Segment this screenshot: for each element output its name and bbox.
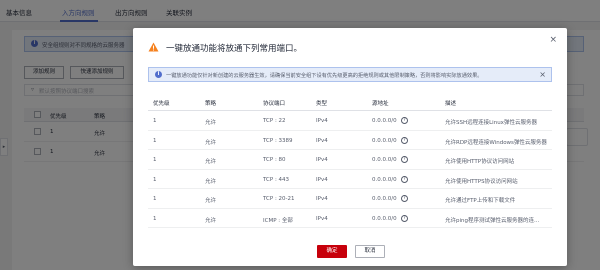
- cell-priority: 1: [153, 215, 157, 222]
- column-policy: 策略: [205, 101, 217, 107]
- cell-source: 0.0.0.0/0: [372, 215, 397, 222]
- dialog-title: 一键放通功能将放通下列常用端口。: [166, 44, 303, 54]
- table-row: 1 允许 TCP : 443 IPv4 0.0.0.0/0 ? 允许使用HTTP…: [148, 170, 552, 189]
- help-icon[interactable]: ?: [401, 136, 408, 144]
- cell-type: IPv4: [316, 137, 328, 144]
- column-priority: 优先级: [153, 101, 170, 107]
- column-source: 源地址: [372, 101, 389, 107]
- column-description: 描述: [445, 101, 457, 107]
- cell-policy: 允许: [205, 159, 217, 165]
- close-icon[interactable]: ×: [549, 36, 557, 45]
- cell-description: 允许RDP远程连接Windows弹性云服务器: [445, 139, 547, 146]
- cell-policy: 允许: [205, 198, 217, 204]
- table-header: 优先级 策略 协议端口 类型 源地址 描述: [148, 94, 552, 111]
- cell-description: 允许SSH远程连接Linux弹性云服务器: [445, 120, 537, 126]
- cell-priority: 1: [153, 157, 157, 163]
- help-icon[interactable]: ?: [401, 175, 408, 183]
- cell-source: 0.0.0.0/0: [372, 118, 397, 124]
- cell-port: TCP : 443: [263, 176, 290, 183]
- table-row: 1 允许 TCP : 22 IPv4 0.0.0.0/0 ? 允许SSH远程连接…: [148, 111, 552, 131]
- cell-source: 0.0.0.0/0: [372, 176, 397, 183]
- ports-table: 优先级 策略 协议端口 类型 源地址 描述 1 允许 TCP : 22 IPv4…: [148, 94, 552, 228]
- cell-policy: 允许: [205, 178, 217, 185]
- column-type: 类型: [316, 101, 328, 107]
- cell-priority: 1: [153, 118, 157, 124]
- cell-description: 允许使用HTTPS协议访问网站: [445, 178, 518, 185]
- cell-port: TCP : 80: [263, 157, 286, 163]
- cell-source: 0.0.0.0/0: [372, 157, 397, 163]
- cell-source: 0.0.0.0/0: [372, 137, 397, 144]
- cancel-button[interactable]: 取消: [355, 245, 385, 258]
- help-icon[interactable]: ?: [401, 156, 408, 163]
- cell-port: ICMP : 全部: [263, 217, 293, 224]
- cell-type: IPv4: [316, 176, 328, 183]
- cell-policy: 允许: [205, 139, 217, 146]
- warning-icon: [148, 42, 159, 52]
- cell-description: 允许通过FTP上传和下载文件: [445, 198, 516, 204]
- cell-type: IPv4: [316, 215, 328, 222]
- cell-port: TCP : 22: [263, 118, 286, 124]
- cell-priority: 1: [153, 137, 157, 144]
- table-row: 1 允许 TCP : 80 IPv4 0.0.0.0/0 ? 允许使用HTTP协…: [148, 150, 552, 170]
- column-protocol-port: 协议端口: [263, 101, 286, 107]
- table-row: 1 允许 TCP : 20-21 IPv4 0.0.0.0/0 ? 允许通过FT…: [148, 189, 552, 209]
- close-icon[interactable]: ×: [539, 70, 546, 79]
- cell-source: 0.0.0.0/0: [372, 196, 397, 202]
- cell-description: 允许使用HTTP协议访问网站: [445, 159, 515, 165]
- help-icon[interactable]: ?: [401, 195, 408, 202]
- info-alert: i 一键放通功能仅针对新创建的云服务器生效，请确保当前安全组下设有优先级更高的拒…: [148, 67, 552, 82]
- info-icon: i: [155, 71, 162, 78]
- cell-policy: 允许: [205, 120, 217, 126]
- help-icon[interactable]: ?: [401, 117, 408, 124]
- cell-port: TCP : 3389: [263, 137, 293, 144]
- cell-port: TCP : 20-21: [263, 196, 295, 202]
- confirm-button[interactable]: 确定: [317, 245, 347, 258]
- info-alert-text: 一键放通功能仅针对新创建的云服务器生效，请确保当前安全组下设有优先级更高的拒绝规…: [166, 72, 483, 79]
- help-icon[interactable]: ?: [401, 214, 408, 222]
- quick-allow-dialog: × 一键放通功能将放通下列常用端口。 i 一键放通功能仅针对新创建的云服务器生效…: [133, 28, 567, 266]
- cell-type: IPv4: [316, 157, 328, 163]
- cell-priority: 1: [153, 196, 157, 202]
- cell-type: IPv4: [316, 118, 328, 124]
- cell-policy: 允许: [205, 217, 217, 224]
- cell-type: IPv4: [316, 196, 328, 202]
- cell-description: 允许ping程序测试弹性云服务器的连...: [445, 217, 540, 224]
- table-row: 1 允许 ICMP : 全部 IPv4 0.0.0.0/0 ? 允许ping程序…: [148, 209, 552, 228]
- table-row: 1 允许 TCP : 3389 IPv4 0.0.0.0/0 ? 允许RDP远程…: [148, 131, 552, 150]
- cell-priority: 1: [153, 176, 157, 183]
